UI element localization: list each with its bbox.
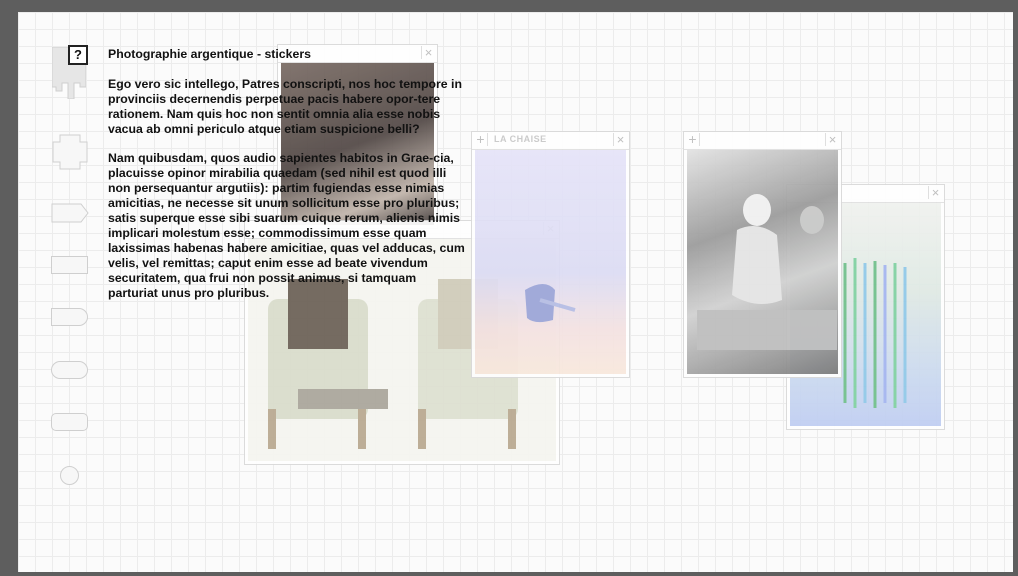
rectangle-shape-tool[interactable] [51, 256, 88, 274]
article-title: Photographie argentique - stickers [108, 47, 311, 61]
help-button[interactable]: ? [68, 45, 88, 65]
plus-icon[interactable]: + [686, 132, 700, 146]
rounded-rectangle-shape-tool[interactable] [51, 413, 88, 431]
sticker-title: LA CHAISE [494, 134, 547, 144]
article-paragraph-2: Nam quibusdam, quos audio sapientes habi… [108, 151, 465, 300]
pill-shape-tool[interactable] [51, 361, 88, 379]
close-icon[interactable]: × [613, 133, 627, 146]
sticker-canvas[interactable]: ? × × [18, 12, 1013, 572]
rounded-tab-shape-tool[interactable] [51, 308, 88, 326]
sticker-image [687, 150, 838, 374]
article: Photographie argentique - stickers Ego v… [108, 47, 468, 315]
plus-icon[interactable]: + [474, 132, 488, 146]
sticker-titlebar[interactable]: + × [684, 132, 841, 150]
cross-shape-tool[interactable] [52, 134, 88, 170]
sticker-titlebar[interactable]: + LA CHAISE × [472, 132, 629, 150]
tag-shape-tool[interactable] [51, 203, 89, 223]
article-paragraph-1: Ego vero sic intellego, Patres conscript… [108, 77, 462, 136]
close-icon[interactable]: × [825, 133, 839, 146]
sticker-image [475, 150, 626, 374]
sticker-la-chaise[interactable]: + LA CHAISE × [471, 131, 630, 378]
circle-shape-tool[interactable] [60, 466, 79, 485]
close-icon[interactable]: × [928, 186, 942, 199]
sticker-bw-figures[interactable]: + × [683, 131, 842, 378]
